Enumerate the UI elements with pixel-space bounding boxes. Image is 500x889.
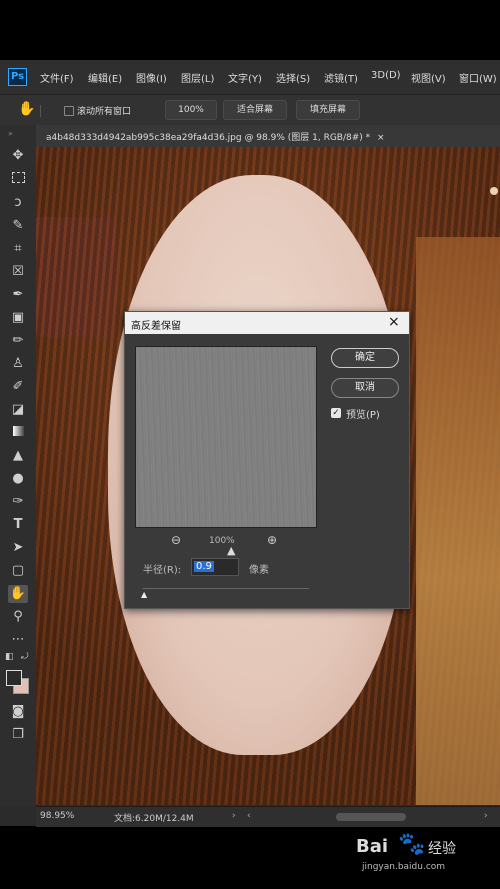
cancel-button[interactable]: 取消 [331,378,399,398]
status-bar: 98.95% 文档:6.20M/12.4M › ‹ › [36,806,500,827]
scroll-left-icon[interactable]: ‹ [247,811,251,821]
menu-filter[interactable]: 滤镜(T) [324,70,358,85]
zoom-readout[interactable]: 98.95% [40,811,74,821]
eyedropper-tool-icon[interactable]: ✒ [8,286,28,304]
healing-brush-tool-icon[interactable]: ▣ [8,309,28,327]
photoshop-logo: Ps [8,68,27,86]
menu-image[interactable]: 图像(I) [136,70,167,85]
move-tool-icon[interactable]: ✥ [8,147,28,165]
path-select-tool-icon[interactable]: ➤ [8,539,28,557]
divider [40,105,41,117]
menu-bar: Ps 文件(F) 编辑(E) 图像(I) 图层(L) 文字(Y) 选择(S) 滤… [0,60,500,94]
baidu-brand-suffix: 经验 [428,841,456,857]
menu-view[interactable]: 视图(V) [411,70,446,85]
dialog-title-bar: 高反差保留 × [125,312,409,334]
frame-tool-icon[interactable]: ☒ [8,263,28,281]
hair-clip [490,187,498,195]
unit-label: 像素 [249,565,269,576]
scroll-right-icon[interactable]: › [484,811,488,821]
dodge-tool-icon[interactable]: ● [8,470,28,488]
menu-layer[interactable]: 图层(L) [181,70,214,85]
pen-tool-icon[interactable]: ✑ [8,493,28,511]
radius-slider-thumb[interactable]: ▲ [141,590,147,599]
blur-tool-icon[interactable]: ▲ [8,447,28,465]
close-icon[interactable]: × [388,314,400,330]
fit-screen-button[interactable]: 适合屏幕 [223,100,287,120]
high-pass-dialog: 高反差保留 × 确定 取消 ✓ 预览(P) ⊖ 100% ⊕ ▲ 半径(R): … [124,311,410,609]
quick-select-tool-icon[interactable]: ✎ [8,217,28,235]
gradient-tool-icon[interactable] [8,424,28,442]
brush-tool-icon[interactable]: ✏ [8,332,28,350]
quick-mask-icon[interactable]: ◙ [8,703,28,721]
marquee-tool-icon[interactable] [8,171,28,189]
crop-tool-icon[interactable]: ⌗ [8,240,28,258]
zoom-out-icon[interactable]: ⊖ [171,533,181,547]
hair-right [416,237,500,805]
menu-window[interactable]: 窗口(W) [459,70,497,85]
panel-collapse-icon[interactable]: » [8,129,13,138]
status-menu-icon[interactable]: › [232,811,236,821]
menu-edit[interactable]: 编辑(E) [88,70,122,85]
radius-label: 半径(R): [143,565,182,576]
radius-input[interactable]: 0.9 [191,558,239,576]
document-size: 文档:6.20M/12.4M [114,814,194,824]
zoom-in-icon[interactable]: ⊕ [267,533,277,547]
history-brush-tool-icon[interactable]: ✐ [8,378,28,396]
clone-stamp-tool-icon[interactable]: ♙ [8,355,28,373]
foreground-color-swatch[interactable] [6,670,22,686]
type-tool-icon[interactable]: T [8,516,28,534]
document-tab-title: a4b48d333d4942ab995c38ea29fa4d36.jpg @ 9… [46,133,371,143]
shape-tool-icon[interactable]: ▢ [8,562,28,580]
baidu-brand: Bai [356,836,389,857]
eraser-tool-icon[interactable]: ◪ [8,401,28,419]
baidu-paw-icon: 🐾 [398,832,426,857]
screen-mode-icon[interactable]: ❐ [8,726,28,744]
dialog-title: 高反差保留 [131,321,181,332]
menu-3d[interactable]: 3D(D) [371,70,401,81]
close-tab-icon[interactable]: × [377,133,385,143]
baidu-watermark: Bai 🐾 经验 jingyan.baidu.com [356,832,496,882]
menu-file[interactable]: 文件(F) [40,70,74,85]
lasso-tool-icon[interactable]: ↄ [8,194,28,212]
radius-value: 0.9 [194,561,214,572]
zoom-tool-icon[interactable]: ⚲ [8,608,28,626]
zoom-100-button[interactable]: 100% [165,100,217,120]
document-tab-bar: a4b48d333d4942ab995c38ea29fa4d36.jpg @ 9… [36,125,500,147]
preview-label: 预览(P) [346,410,380,421]
menu-type[interactable]: 文字(Y) [228,70,262,85]
menu-select[interactable]: 选择(S) [276,70,310,85]
swap-colors-icon[interactable]: ⤾ [21,652,29,662]
preview-checkbox[interactable]: ✓ [331,408,341,418]
baidu-url: jingyan.baidu.com [362,862,446,872]
fill-screen-button[interactable]: 填充屏幕 [296,100,360,120]
scroll-all-checkbox[interactable] [64,106,74,116]
more-tools-icon[interactable]: ⋯ [8,631,28,649]
mouse-cursor-icon: ▲ [227,544,236,557]
document-tab[interactable]: a4b48d333d4942ab995c38ea29fa4d36.jpg @ 9… [46,130,385,143]
horizontal-scrollbar[interactable] [336,813,406,821]
options-bar: ✋ 滚动所有窗口 100% 适合屏幕 填充屏幕 [0,94,500,126]
default-colors-icon[interactable]: ◧ [5,652,14,662]
scroll-all-label: 滚动所有窗口 [77,107,132,117]
tools-panel: » ✥ ↄ ✎ ⌗ ☒ ✒ ▣ ✏ ♙ ✐ ◪ ▲ ● ✑ T ➤ ▢ ✋ ⚲ … [0,125,37,806]
radius-slider-track[interactable] [143,588,309,589]
ok-button[interactable]: 确定 [331,348,399,368]
hand-tool-icon[interactable]: ✋ [18,101,35,117]
hand-tool-icon[interactable]: ✋ [8,585,28,603]
filter-preview[interactable] [135,346,317,528]
